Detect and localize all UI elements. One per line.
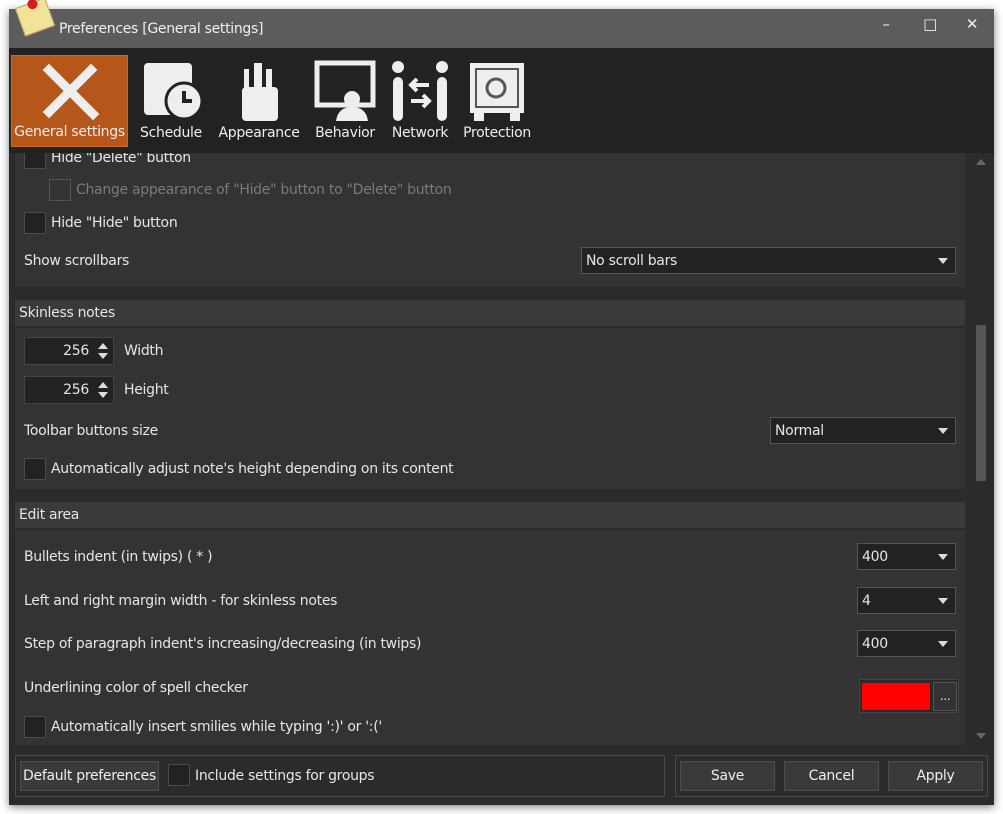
save-button[interactable]: Save <box>680 761 775 791</box>
default-preferences-button[interactable]: Default preferences <box>20 761 159 791</box>
color-browse-button[interactable]: ... <box>933 682 957 711</box>
tab-network[interactable]: Network <box>385 55 455 147</box>
tab-schedule[interactable]: Schedule <box>131 55 211 147</box>
settings-panel: Hide "Delete" button Change appearance o… <box>15 153 965 745</box>
edit-area-header: Edit area <box>15 502 965 529</box>
calendar-clock-icon <box>144 63 202 121</box>
pencil-ruler-icon <box>42 63 99 121</box>
underline-color-label: Underlining color of spell checker <box>24 680 248 696</box>
brush-cup-icon <box>242 63 278 121</box>
include-groups-label: Include settings for groups <box>195 768 375 784</box>
hide-delete-checkbox[interactable] <box>24 153 46 169</box>
title-bar: Preferences [General settings] – □ ✕ <box>9 0 994 48</box>
spell-color-picker: ... <box>859 679 959 713</box>
maximize-button[interactable]: □ <box>915 15 945 39</box>
toolbar-size-dropdown[interactable]: Normal <box>770 417 956 444</box>
hide-hide-label: Hide "Hide" button <box>51 215 178 231</box>
bullets-indent-label: Bullets indent (in twips) ( * ) <box>24 549 213 565</box>
notes-buttons-section: Hide "Delete" button Change appearance o… <box>15 153 965 287</box>
cancel-button[interactable]: Cancel <box>784 761 879 791</box>
indent-step-dropdown[interactable]: 400 <box>857 630 956 657</box>
auto-adjust-label: Automatically adjust note's height depen… <box>51 461 454 477</box>
apply-button[interactable]: Apply <box>888 761 983 791</box>
width-spinner[interactable]: 256 <box>24 337 114 365</box>
spin-up-icon[interactable] <box>98 382 108 388</box>
change-appearance-label: Change appearance of "Hide" button to "D… <box>76 182 452 198</box>
close-button[interactable]: ✕ <box>957 15 987 39</box>
footer-right: Save Cancel Apply <box>675 755 988 797</box>
height-label: Height <box>124 382 169 398</box>
bullets-indent-dropdown[interactable]: 400 <box>857 543 956 570</box>
tab-protection[interactable]: Protection <box>458 55 536 147</box>
margin-width-dropdown[interactable]: 4 <box>857 587 956 614</box>
change-appearance-checkbox[interactable] <box>49 179 71 201</box>
minimize-button[interactable]: – <box>871 15 901 39</box>
scroll-down-icon[interactable] <box>976 733 986 739</box>
spin-down-icon[interactable] <box>98 353 108 359</box>
vertical-scrollbar[interactable] <box>968 153 990 745</box>
footer-left: Default preferences Include settings for… <box>15 755 665 797</box>
window-title: Preferences [General settings] <box>59 21 264 37</box>
spin-up-icon[interactable] <box>98 343 108 349</box>
monitor-person-icon <box>314 60 376 121</box>
spin-down-icon[interactable] <box>98 392 108 398</box>
app-note-icon <box>14 0 56 37</box>
margin-width-label: Left and right margin width - for skinle… <box>24 593 338 609</box>
tab-general-settings[interactable]: General settings <box>11 55 128 147</box>
include-groups-checkbox[interactable] <box>168 764 190 786</box>
hide-hide-checkbox[interactable] <box>24 212 46 234</box>
people-exchange-icon <box>392 61 448 121</box>
auto-adjust-checkbox[interactable] <box>24 458 46 480</box>
scrollbar-thumb[interactable] <box>976 325 986 481</box>
category-toolbar: General settings Schedule Appearance Beh… <box>9 48 994 153</box>
toolbar-size-label: Toolbar buttons size <box>24 423 158 439</box>
skinless-notes-section: 256 Width 256 Height Toolbar buttons siz… <box>15 328 965 489</box>
smilies-checkbox[interactable] <box>24 716 46 738</box>
tab-behavior[interactable]: Behavior <box>307 55 383 147</box>
width-label: Width <box>124 343 164 359</box>
skinless-notes-header: Skinless notes <box>15 300 965 327</box>
edit-area-section: Bullets indent (in twips) ( * ) 400 Left… <box>15 530 965 745</box>
safe-icon <box>470 63 524 121</box>
show-scrollbars-label: Show scrollbars <box>24 253 130 269</box>
show-scrollbars-dropdown[interactable]: No scroll bars <box>581 247 956 274</box>
indent-step-label: Step of paragraph indent's increasing/de… <box>24 636 422 652</box>
color-swatch[interactable] <box>862 683 930 710</box>
height-spinner[interactable]: 256 <box>24 376 114 404</box>
tab-appearance[interactable]: Appearance <box>214 55 304 147</box>
hide-delete-label: Hide "Delete" button <box>51 153 191 166</box>
preferences-window: Preferences [General settings] – □ ✕ Gen… <box>9 0 994 805</box>
scroll-up-icon[interactable] <box>976 159 986 165</box>
smilies-label: Automatically insert smilies while typin… <box>51 719 382 735</box>
